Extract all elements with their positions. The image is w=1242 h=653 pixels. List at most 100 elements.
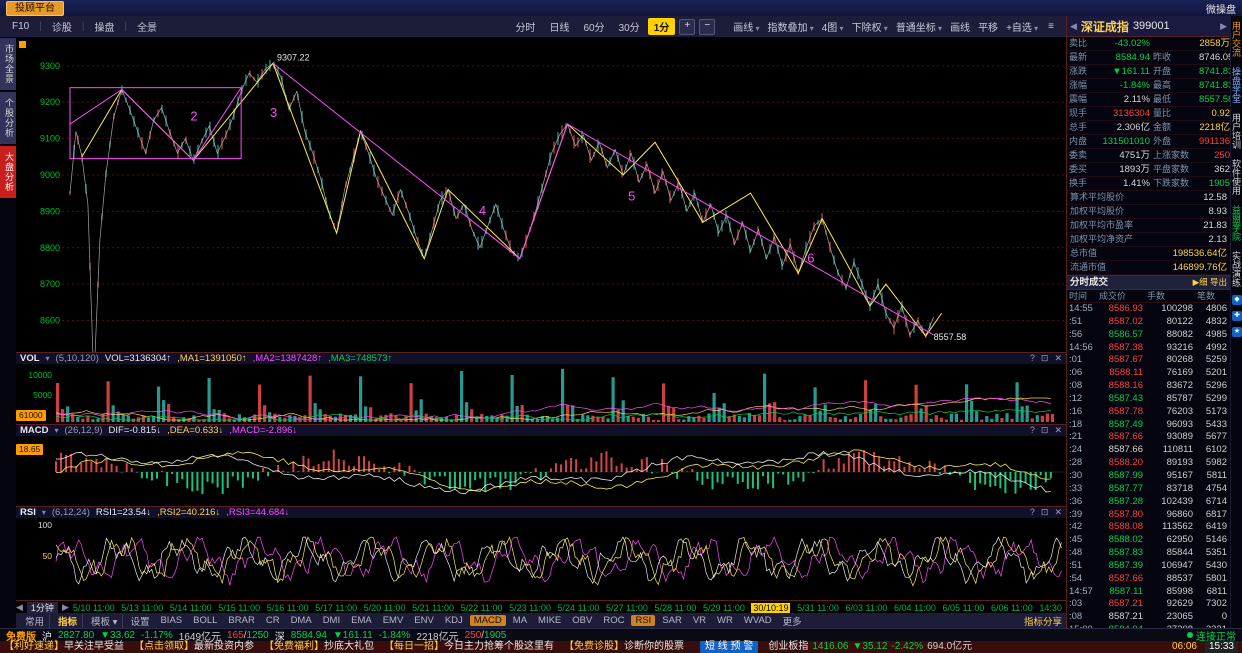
indicator-tab-BIAS[interactable]: BIAS (156, 615, 186, 626)
close-icon[interactable]: ✕ (1054, 353, 1062, 364)
quote-row[interactable]: 涨幅 -1.84% 最高 8741.83 (1067, 79, 1233, 93)
help-icon[interactable]: ? (1030, 425, 1035, 436)
news-item[interactable]: 【免费诊股】诊断你的股票 (564, 641, 690, 653)
toolbar-画线[interactable]: 画线 ▾ (733, 19, 759, 34)
tick-row[interactable]: :16 8587.78 76203 5173 (1067, 406, 1230, 419)
period-1分[interactable]: 1分 (647, 18, 676, 35)
tick-row[interactable]: :51 8587.02 80122 4832 (1067, 316, 1230, 329)
close-icon[interactable]: ✕ (1054, 507, 1062, 518)
next-stock-icon[interactable]: ▶ (1220, 21, 1227, 32)
indicator-tab-CR[interactable]: CR (262, 615, 284, 626)
rsi-chart[interactable]: 100 50 (16, 518, 1066, 600)
macd-title[interactable]: MACD (20, 425, 49, 436)
rsi-panel-header[interactable]: RSI ▾ (6,12,24) RSI1=23.54↓ ,RSI2=40.216↓ ,RS… (16, 506, 1066, 518)
rsi-title[interactable]: RSI (20, 507, 36, 518)
toolbar-+自选[interactable]: +自选 ▾ (1006, 19, 1038, 34)
indicator-tab-EMA[interactable]: EMA (347, 615, 376, 626)
tick-row[interactable]: :33 8587.77 83718 4754 (1067, 483, 1230, 496)
right-tab-用户交流[interactable]: 用户交流 (1231, 16, 1242, 62)
right-tab-益盟学院[interactable]: 益盟学院 (1231, 200, 1242, 246)
ind-group-模板[interactable]: 模板 ▾ (86, 613, 124, 628)
tick-row[interactable]: :03 8587.21 92629 7302 (1067, 598, 1230, 611)
quote-row[interactable]: 内盘 131501010 外盘 99113639 (1067, 135, 1241, 149)
right-tab-软件使用[interactable]: 软件使用 (1231, 154, 1242, 200)
tick-row[interactable]: :56 8586.57 88082 4985 (1067, 329, 1230, 342)
tick-row[interactable]: :45 8588.02 62950 5146 (1067, 534, 1230, 547)
period-分时[interactable]: 分时 (509, 18, 541, 35)
quote-row[interactable]: 委买 1893万 平盘家数 362 (1067, 163, 1230, 177)
quote-row[interactable]: 最新 8584.94 昨收 8746.05 (1067, 51, 1233, 65)
tick-row[interactable]: :08 8588.16 83672 5296 (1067, 380, 1230, 393)
help-icon[interactable]: ? (1030, 507, 1035, 518)
indicator-tab-KDJ[interactable]: KDJ (441, 615, 467, 626)
micro-trade-link[interactable]: 微操盘 (1206, 1, 1236, 16)
toolbar-画线[interactable]: 画线 (950, 19, 970, 34)
sidebar-tab-个股分析[interactable]: 个股分析 (0, 92, 16, 144)
tick-row[interactable]: :42 8588.08 113562 6419 (1067, 521, 1230, 534)
right-strip-icon-1[interactable]: ✚ (1232, 311, 1242, 321)
indicator-tab-MACD[interactable]: MACD (469, 615, 506, 626)
tick-table-controls[interactable]: ▶细 导出 (1193, 276, 1227, 289)
tick-row[interactable]: :01 8587.67 80268 5259 (1067, 354, 1230, 367)
tick-row[interactable]: :18 8587.49 96093 5433 (1067, 419, 1230, 432)
news-item[interactable]: 【点击领取】最新投资内参 (134, 641, 260, 653)
indicator-tab-OBV[interactable]: OBV (568, 615, 596, 626)
tick-row[interactable]: :48 8587.83 85844 5351 (1067, 547, 1230, 560)
tick-row[interactable]: :36 8587.28 102439 6714 (1067, 496, 1230, 509)
toolbar-指数叠加[interactable]: 指数叠加 ▾ (768, 19, 814, 34)
help-icon[interactable]: ? (1030, 353, 1035, 364)
tick-row[interactable]: 14:57 8587.11 85998 6811 (1067, 586, 1230, 599)
zoom-out-button[interactable]: − (699, 18, 716, 35)
period-60分[interactable]: 60分 (577, 18, 610, 35)
close-icon[interactable]: ✕ (1054, 425, 1062, 436)
maximize-icon[interactable]: ⊡ (1041, 425, 1049, 436)
indicator-tab-BRAR[interactable]: BRAR (224, 615, 258, 626)
tick-row[interactable]: :24 8587.66 110811 6102 (1067, 444, 1230, 457)
toolbar-普通坐标[interactable]: 普通坐标 ▾ (896, 19, 942, 34)
indicator-tab-VR[interactable]: VR (689, 615, 710, 626)
tick-row[interactable]: :30 8587.99 95167 5811 (1067, 470, 1230, 483)
indicator-tab-设置[interactable]: 设置 (126, 614, 153, 628)
toolbar-item-F10[interactable]: F10 (6, 21, 35, 32)
tick-row[interactable]: :54 8587.66 88537 5801 (1067, 573, 1230, 586)
indicator-tab-ENV[interactable]: ENV (410, 615, 438, 626)
menu-icon[interactable]: ≡ (1042, 21, 1060, 32)
chevron-down-icon[interactable]: ▾ (42, 508, 46, 517)
tick-row[interactable]: 14:56 8587.38 93216 4992 (1067, 342, 1230, 355)
chevron-down-icon[interactable]: ▾ (46, 354, 50, 363)
volume-chart[interactable]: 10000 5000 61000 (16, 364, 1066, 424)
news-item[interactable]: 【免费福利】抄底大礼包 (264, 641, 380, 653)
advisor-platform-button[interactable]: 投顾平台 (6, 0, 64, 16)
toolbar-item-操盘[interactable]: 操盘 (88, 19, 120, 34)
tick-row[interactable]: :51 8587.39 106947 5430 (1067, 560, 1230, 573)
indicator-tab-DMI[interactable]: DMI (319, 615, 344, 626)
tick-row[interactable]: 14:55 8586.93 100298 4806 (1067, 303, 1230, 316)
quote-row[interactable]: 总手 2.306亿 金额 2218亿 (1067, 121, 1230, 135)
quote-row[interactable]: 震幅 2.11% 最低 8557.58 (1067, 93, 1233, 107)
toolbar-item-诊股[interactable]: 诊股 (46, 19, 78, 34)
quote-row[interactable]: 现手 3136304 量比 0.92 (1067, 107, 1230, 121)
toolbar-平移[interactable]: 平移 (978, 19, 998, 34)
indicator-tab-WR[interactable]: WR (713, 615, 737, 626)
volume-panel-header[interactable]: VOL ▾ (5,10,120) VOL=3136304↑ ,MA1=1391050↑,… (16, 352, 1066, 364)
macd-panel-header[interactable]: MACD ▾ (26,12,9) DIF=-0.815↓ ,DEA=0.633↓ ,MAC… (16, 424, 1066, 436)
indicator-tab-SAR[interactable]: SAR (658, 615, 686, 626)
main-price-chart[interactable]: 9300 9200 9100 9000 8900 8800 8700 8600 2 3 4 5 6 930… (16, 38, 1066, 352)
right-tab-用户培训[interactable]: 用户培训 (1231, 108, 1242, 154)
macd-chart[interactable]: 18.65 (16, 436, 1066, 506)
indicator-tab-RSI[interactable]: RSI (631, 615, 656, 626)
indicator-tab-MA[interactable]: MA (509, 615, 531, 626)
indicator-tab-DMA[interactable]: DMA (287, 615, 316, 626)
quote-row[interactable]: 涨跌 ▼161.11 开盘 8741.83 (1067, 65, 1233, 79)
scroll-right-icon[interactable]: ▶ (62, 602, 69, 613)
period-日线[interactable]: 日线 (543, 18, 575, 35)
indicator-tab-WVAD[interactable]: WVAD (740, 615, 776, 626)
toolbar-item-全景[interactable]: 全景 (131, 19, 163, 34)
indicator-tab-更多[interactable]: 更多 (779, 614, 806, 628)
right-strip-icon-0[interactable]: ◆ (1232, 295, 1242, 305)
toolbar-下除权[interactable]: 下除权 ▾ (852, 19, 888, 34)
ind-group-指标[interactable]: 指标 (53, 613, 84, 628)
vol-title[interactable]: VOL (20, 353, 40, 364)
prev-stock-icon[interactable]: ◀ (1070, 21, 1077, 32)
news-item[interactable]: 【利好速递】早关注早受益 (4, 641, 130, 653)
